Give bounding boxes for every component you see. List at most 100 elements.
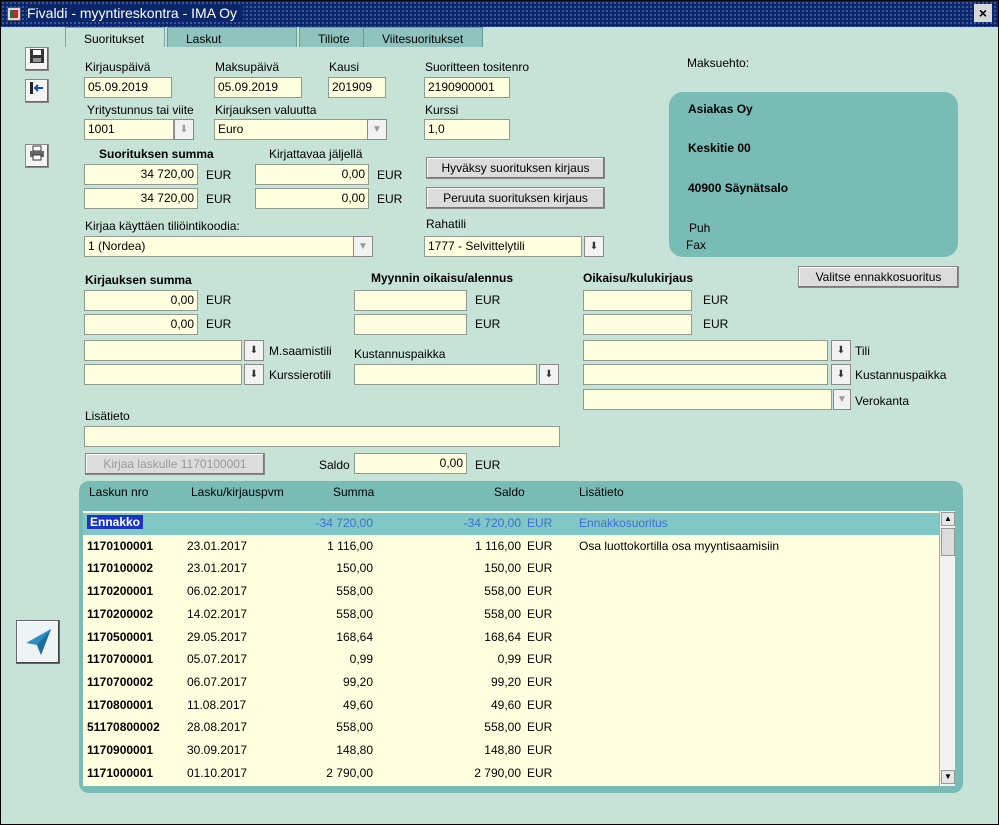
- save-icon[interactable]: [25, 47, 49, 71]
- invoice-date: 29.05.2017: [187, 629, 248, 644]
- tiliointikoodi-select[interactable]: 1 (Nordea): [84, 236, 354, 257]
- invoice-number: 1170900001: [87, 743, 154, 757]
- table-row[interactable]: 1170100002 23.01.2017 150,00 150,00 EUR: [83, 558, 939, 580]
- valuutta-select[interactable]: Euro: [214, 119, 368, 140]
- currency-label: EUR: [703, 317, 729, 331]
- verokanta-select[interactable]: [583, 389, 832, 410]
- invoice-currency: EUR: [527, 765, 553, 780]
- fivaldi-logo-icon[interactable]: [16, 620, 60, 664]
- kirjauksen-summa-field-1[interactable]: 0,00: [84, 290, 198, 311]
- invoice-balance: 148,80: [484, 743, 521, 757]
- rahatili-field[interactable]: 1777 - Selvittelytili: [424, 236, 582, 257]
- invoice-balance: 168,64: [484, 629, 521, 644]
- yritystunnus-field[interactable]: 1001: [84, 119, 174, 140]
- invoice-currency: EUR: [527, 697, 553, 712]
- suoritus-summa-field-2[interactable]: 34 720,00: [84, 188, 198, 209]
- exit-icon[interactable]: [25, 79, 49, 103]
- jaljella-field-2[interactable]: 0,00: [255, 188, 369, 209]
- oikaisu-field-2[interactable]: [354, 314, 467, 335]
- column-header: Laskun nro: [89, 485, 149, 499]
- valuutta-chevron-down-icon[interactable]: ▼: [367, 119, 387, 140]
- table-row[interactable]: 51170800002 28.08.2017 558,00 558,00 EUR: [83, 717, 939, 739]
- invoice-number: 1170700002: [87, 674, 154, 689]
- yritystunnus-dropdown-icon[interactable]: ⬇: [174, 119, 194, 140]
- invoice-amount: 558,00: [336, 584, 373, 599]
- verokanta-chevron-down-icon[interactable]: ▼: [833, 389, 851, 410]
- invoice-currency: EUR: [527, 538, 553, 553]
- customer-fax-label: Fax: [686, 238, 707, 252]
- saldo-field[interactable]: 0,00: [354, 453, 467, 474]
- customer-card: Asiakas Oy Keskitie 00 40900 Säynätsalo …: [669, 92, 958, 257]
- tositenro-field[interactable]: 2190900001: [424, 77, 510, 98]
- suoritus-summa-field-1[interactable]: 34 720,00: [84, 164, 198, 185]
- invoice-currency: EUR: [527, 720, 553, 735]
- rahatili-dropdown-icon[interactable]: ⬇: [584, 236, 604, 257]
- scroll-thumb[interactable]: [941, 528, 955, 556]
- tiliointikoodi-label: Kirjaa käyttäen tiliöintikoodia:: [85, 219, 240, 233]
- invoice-currency: EUR: [527, 561, 553, 576]
- tili-field[interactable]: [583, 340, 828, 361]
- table-row[interactable]: 1170200001 06.02.2017 558,00 558,00 EUR: [83, 581, 939, 603]
- invoice-amount: 49,60: [342, 697, 373, 712]
- tili-label: Tili: [855, 344, 870, 358]
- invoice-balance: 0,99: [497, 652, 521, 667]
- table-row[interactable]: 1170500001 29.05.2017 168,64 168,64 EUR: [83, 627, 939, 649]
- kurssi-field[interactable]: 1,0: [424, 119, 510, 140]
- kulukirjaus-field-1[interactable]: [583, 290, 692, 311]
- invoice-balance: 558,00: [484, 720, 521, 735]
- valitse-ennakkosuoritus-button[interactable]: Valitse ennakkosuoritus: [798, 266, 959, 288]
- currency-label: EUR: [475, 458, 501, 472]
- kirjaa-laskulle-button[interactable]: Kirjaa laskulle 1170100001: [85, 453, 265, 475]
- kirjauspaiva-field[interactable]: 05.09.2019: [84, 77, 172, 98]
- scroll-up-icon[interactable]: ▲: [941, 512, 955, 526]
- currency-label: EUR: [377, 168, 403, 182]
- close-button[interactable]: ×: [974, 4, 992, 22]
- table-row[interactable]: 1170900001 30.09.2017 148,80 148,80 EUR: [83, 740, 939, 762]
- tili-dropdown-icon[interactable]: ⬇: [831, 340, 851, 361]
- table-row[interactable]: 1170700001 05.07.2017 0,99 0,99 EUR: [83, 649, 939, 671]
- kustannuspaikka-field[interactable]: [354, 364, 537, 385]
- lisatieto-field[interactable]: [84, 426, 560, 447]
- invoice-date: 01.10.2017: [187, 765, 248, 780]
- invoice-currency: EUR: [527, 652, 553, 667]
- invoice-amount: 0,99: [349, 652, 373, 667]
- peruuta-button[interactable]: Peruuta suorituksen kirjaus: [426, 187, 605, 209]
- kurssierotili-field[interactable]: [84, 364, 242, 385]
- title-bar[interactable]: Fivaldi - myyntireskontra - IMA Oy ×: [1, 1, 998, 27]
- msaamistili-dropdown-icon[interactable]: ⬇: [244, 340, 264, 361]
- oikaisu-field-1[interactable]: [354, 290, 467, 311]
- tab-viitesuoritukset[interactable]: Viitesuoritukset: [363, 27, 483, 49]
- table-row[interactable]: 1171000001 01.10.2017 2 790,00 2 790,00 EUR: [83, 763, 939, 785]
- tab-suoritukset[interactable]: Suoritukset: [65, 27, 165, 49]
- msaamistili-field[interactable]: [84, 340, 242, 361]
- kustannuspaikka2-field[interactable]: [583, 364, 828, 385]
- currency-label: EUR: [475, 293, 501, 307]
- jaljella-field-1[interactable]: 0,00: [255, 164, 369, 185]
- column-header: Lasku/kirjauspvm: [191, 485, 284, 499]
- table-row[interactable]: 1170700002 06.07.2017 99,20 99,20 EUR: [83, 672, 939, 694]
- scroll-down-icon[interactable]: ▼: [941, 770, 955, 784]
- table-row[interactable]: Ennakko -34 720,00 -34 720,00 EUR Ennakkosuo…: [83, 513, 939, 535]
- kausi-field[interactable]: 201909: [328, 77, 386, 98]
- column-header: Summa: [333, 485, 375, 499]
- table-row[interactable]: 1170800001 11.08.2017 49,60 49,60 EUR: [83, 695, 939, 717]
- app-window: Fivaldi - myyntireskontra - IMA Oy × Suo…: [0, 0, 999, 825]
- kulukirjaus-field-2[interactable]: [583, 314, 692, 335]
- kustannuspaikka2-dropdown-icon[interactable]: ⬇: [831, 364, 851, 385]
- verokanta-label: Verokanta: [855, 394, 910, 408]
- print-icon[interactable]: [25, 144, 49, 168]
- kirjauksen-summa-field-2[interactable]: 0,00: [84, 314, 198, 335]
- tab-laskut[interactable]: Laskut: [167, 27, 297, 49]
- invoice-balance: 558,00: [484, 584, 521, 599]
- maksupaiva-field[interactable]: 05.09.2019: [214, 77, 302, 98]
- table-row[interactable]: 1170100001 23.01.2017 1 116,00 1 116,00 EUR O…: [83, 536, 939, 558]
- invoice-date: 06.07.2017: [187, 674, 248, 689]
- hyvaksy-button[interactable]: Hyväksy suorituksen kirjaus: [426, 157, 605, 179]
- tiliointikoodi-chevron-down-icon[interactable]: ▼: [353, 236, 373, 257]
- table-row[interactable]: 1170200002 14.02.2017 558,00 558,00 EUR: [83, 604, 939, 626]
- kurssierotili-dropdown-icon[interactable]: ⬇: [244, 364, 264, 385]
- scrollbar[interactable]: ▲ ▼: [939, 511, 955, 786]
- maksuehto-label: Maksuehto:: [687, 56, 750, 70]
- kustannuspaikka-dropdown-icon[interactable]: ⬇: [539, 364, 559, 385]
- currency-label: EUR: [703, 293, 729, 307]
